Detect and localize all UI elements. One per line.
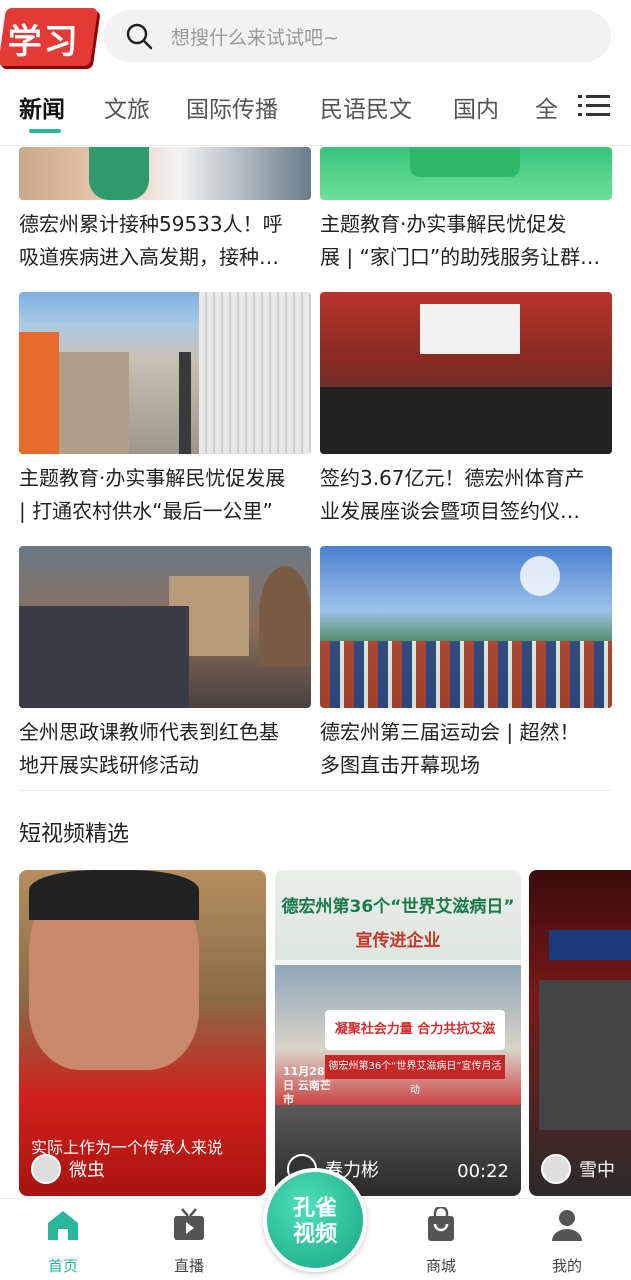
video-author[interactable]: 雪中 bbox=[541, 1154, 615, 1184]
live-tv-icon bbox=[174, 1208, 204, 1240]
news-image-red-base[interactable] bbox=[19, 546, 311, 708]
search-icon bbox=[126, 23, 153, 50]
center-button-line: 孔雀 bbox=[292, 1196, 337, 1221]
video-card[interactable]: 德宏州第36个“世界艾滋病日” 宣传进企业 凝聚社会力量 合力共抗艾滋 德宏州第… bbox=[275, 870, 521, 1196]
news-title-line: 多图直击开幕现场 bbox=[320, 753, 480, 777]
tab-culture-travel[interactable]: 文旅 bbox=[104, 90, 150, 124]
nav-home[interactable]: 首页 bbox=[23, 1207, 103, 1276]
video-headline: 德宏州第36个“世界艾滋病日” bbox=[281, 897, 515, 917]
news-title-line: 业发展座谈会暨项目签约仪… bbox=[320, 499, 580, 523]
video-author[interactable]: 微虫 bbox=[31, 1154, 105, 1184]
author-name: 雪中 bbox=[579, 1160, 615, 1181]
author-name: 微虫 bbox=[69, 1160, 105, 1181]
active-tab-indicator bbox=[29, 129, 61, 133]
tab-news[interactable]: 新闻 bbox=[19, 90, 65, 124]
video-duration: 00:22 bbox=[457, 1161, 509, 1182]
search-bar[interactable]: 想搜什么来试试吧~ bbox=[103, 10, 611, 62]
tab-all[interactable]: 全 bbox=[535, 90, 558, 124]
nav-label: 首页 bbox=[47, 1257, 78, 1275]
news-title-line: 签约3.67亿元！德宏州体育产 bbox=[320, 466, 585, 490]
news-title-line: 地开展实践研修活动 bbox=[19, 753, 199, 777]
search-placeholder: 想搜什么来试试吧~ bbox=[171, 27, 339, 49]
news-title-line: 全州思政课教师代表到红色基 bbox=[19, 720, 279, 744]
peacock-video-button[interactable]: 孔雀 视频 bbox=[263, 1168, 367, 1272]
nav-mall[interactable]: 商城 bbox=[401, 1205, 481, 1276]
news-image-sports-signing[interactable] bbox=[320, 292, 612, 454]
shopping-bag-icon bbox=[428, 1205, 454, 1241]
news-image-water-supply[interactable] bbox=[19, 292, 311, 454]
news-title-line: | 打通农村供水“最后一公里” bbox=[19, 499, 273, 523]
news-title-line: 德宏州累计接种59533人！呼 bbox=[19, 212, 283, 236]
logo-text: 学习 bbox=[7, 22, 80, 62]
video-date: 11月28日 云南芒市 bbox=[283, 1065, 331, 1106]
news-title[interactable]: 主题教育·办实事解民忧促发 展 | “家门口”的助残服务让群… bbox=[320, 208, 612, 274]
video-card[interactable]: 实际上作为一个传承人来说 微虫 bbox=[19, 870, 266, 1196]
channel-menu-icon[interactable] bbox=[578, 93, 610, 119]
section-divider bbox=[19, 790, 611, 791]
video-card[interactable]: 雪中 bbox=[529, 870, 631, 1196]
news-title[interactable]: 德宏州第三届运动会 | 超然！ 多图直击开幕现场 bbox=[320, 716, 612, 782]
avatar bbox=[541, 1154, 571, 1184]
news-image-vaccination[interactable] bbox=[19, 147, 311, 200]
news-title-line: 吸道疾病进入高发期，接种… bbox=[19, 245, 279, 269]
avatar bbox=[31, 1154, 61, 1184]
tab-international[interactable]: 国际传播 bbox=[186, 90, 278, 124]
tab-ethnic-language[interactable]: 民语民文 bbox=[320, 90, 412, 124]
video-banner: 凝聚社会力量 合力共抗艾滋 bbox=[325, 1010, 505, 1050]
app-header: 学习 想搜什么来试试吧~ bbox=[0, 0, 631, 80]
nav-live[interactable]: 直播 bbox=[149, 1207, 229, 1276]
news-title[interactable]: 全州思政课教师代表到红色基 地开展实践研修活动 bbox=[19, 716, 311, 782]
nav-label: 直播 bbox=[173, 1257, 204, 1275]
news-title-line: 德宏州第三届运动会 | 超然！ bbox=[320, 720, 580, 744]
user-icon bbox=[552, 1210, 582, 1241]
news-title[interactable]: 德宏州累计接种59533人！呼 吸道疾病进入高发期，接种… bbox=[19, 208, 311, 274]
news-title-line: 主题教育·办实事解民忧促发 bbox=[320, 212, 567, 236]
news-title[interactable]: 签约3.67亿元！德宏州体育产 业发展座谈会暨项目签约仪… bbox=[320, 462, 612, 528]
news-image-sports-games[interactable] bbox=[320, 546, 612, 708]
video-banner: 德宏州第36个“世界艾滋病日”宣传月活动 bbox=[325, 1055, 505, 1096]
nav-label: 商城 bbox=[425, 1257, 456, 1275]
news-title[interactable]: 主题教育·办实事解民忧促发展 | 打通农村供水“最后一公里” bbox=[19, 462, 311, 528]
nav-label: 我的 bbox=[551, 1257, 582, 1275]
news-title-line: 主题教育·办实事解民忧促发展 bbox=[19, 466, 286, 490]
video-headline: 宣传进企业 bbox=[355, 931, 441, 951]
channel-tabs: 新闻 文旅 国际传播 民语民文 国内 全 bbox=[0, 80, 631, 146]
news-title-line: 展 | “家门口”的助残服务让群… bbox=[320, 245, 601, 269]
tab-domestic[interactable]: 国内 bbox=[453, 90, 499, 124]
center-button-line: 视频 bbox=[292, 1222, 337, 1247]
short-video-section-title: 短视频精选 bbox=[19, 822, 130, 847]
news-image-disability-service[interactable] bbox=[320, 147, 612, 200]
home-icon bbox=[48, 1211, 78, 1240]
xuexi-logo[interactable]: 学习 bbox=[0, 8, 99, 66]
nav-profile[interactable]: 我的 bbox=[527, 1207, 607, 1276]
